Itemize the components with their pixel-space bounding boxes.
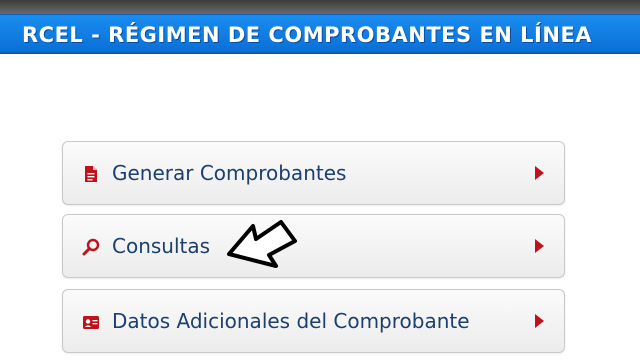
chevron-right-icon [535, 166, 544, 180]
menu-label: Generar Comprobantes [112, 161, 347, 185]
menu-label: Datos Adicionales del Comprobante [112, 309, 470, 333]
chevron-right-icon [535, 314, 544, 328]
page-title: RCEL - RÉGIMEN DE COMPROBANTES EN LÍNEA [22, 23, 593, 47]
search-icon [82, 238, 100, 256]
chevron-right-icon [535, 239, 544, 253]
menu-button-consultas[interactable]: Consultas [62, 214, 565, 278]
window-top-strip [0, 0, 640, 14]
document-icon [82, 165, 100, 183]
id-card-icon [82, 313, 100, 331]
menu-button-generar-comprobantes[interactable]: Generar Comprobantes [62, 141, 565, 205]
menu-button-datos-adicionales[interactable]: Datos Adicionales del Comprobante [62, 289, 565, 353]
header-banner: RCEL - RÉGIMEN DE COMPROBANTES EN LÍNEA [0, 14, 640, 54]
annotation-arrow-icon [226, 218, 298, 272]
menu-label: Consultas [112, 234, 211, 258]
